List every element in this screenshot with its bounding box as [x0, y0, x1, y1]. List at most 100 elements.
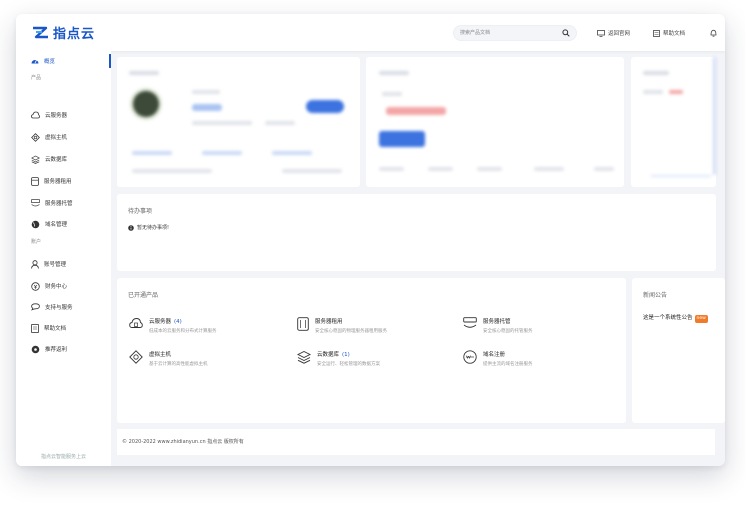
sidebar-item-overview[interactable]: 概览	[16, 52, 111, 70]
sidebar-item-label: 概览	[44, 59, 56, 65]
news-card: 新闻公告 这是一个系统性公告 new	[632, 278, 725, 423]
brand-logo[interactable]: 指点云	[32, 23, 95, 42]
promo-card	[631, 57, 716, 187]
cloud-server-icon	[129, 318, 143, 328]
product-count: (4)	[174, 319, 182, 325]
sidebar-item-cloud-server[interactable]: 云服务器	[16, 106, 111, 124]
product-desc: 基于云计算的高性能虚拟主机	[149, 362, 208, 367]
sidebar-item-finance[interactable]: 财务中心	[16, 277, 111, 295]
server-rent-icon	[31, 176, 39, 186]
product-desc: 提供主流的域名注册服务	[483, 362, 533, 367]
sidebar-item-account[interactable]: 账号管理	[16, 255, 111, 273]
sidebar-footer: 指点云智能服务上云	[40, 454, 86, 460]
product-name: 服务器租用	[315, 319, 343, 325]
products-title: 已开通产品	[128, 292, 159, 299]
return-site-link[interactable]: 返回官网	[597, 29, 630, 37]
sidebar-item-label: 虚拟主机	[45, 135, 68, 141]
product-name: 域名注册	[483, 352, 506, 358]
product-desc: 安全核心稳固的物理服务器租用服务	[315, 329, 387, 334]
verify-button[interactable]	[306, 100, 344, 113]
sidebar-item-label: 财务中心	[45, 284, 68, 290]
search-input[interactable]: 搜索产品文档	[453, 25, 577, 41]
product-item-server-rent[interactable]: 服务器租用 安全核心稳固的物理服务器租用服务	[297, 317, 387, 334]
sidebar-item-label: 推荐返利	[45, 347, 68, 353]
product-name: 服务器托管	[483, 319, 511, 325]
product-item-server-hosting[interactable]: 服务器托管 安全核心稳固的托管服务	[463, 317, 533, 334]
sidebar-item-support[interactable]: 支持与服务	[16, 298, 111, 316]
products-card: 已开通产品 云服务器 (4) 低成本的云服务和分布式计算服务 服务器租用 安全核心…	[117, 278, 626, 423]
page-footer: © 2020-2022 www.zhidianyun.cn 指点云 版权所有	[117, 429, 715, 455]
gift-icon	[31, 345, 40, 353]
info-icon	[128, 224, 134, 231]
server-hosting-icon	[463, 317, 477, 328]
virtual-host-icon	[129, 350, 143, 364]
doc-icon	[653, 29, 660, 37]
help-doc-label: 帮助文档	[663, 31, 686, 37]
product-desc: 安全核心稳固的托管服务	[483, 329, 533, 334]
product-desc: 安全运行、轻松管理的数据方案	[317, 362, 380, 367]
sidebar-item-server-hosting[interactable]: 服务器托管	[16, 194, 111, 212]
product-count: (1)	[342, 352, 350, 358]
sidebar-item-virtual-host[interactable]: 虚拟主机	[16, 128, 111, 146]
news-item-text: 这是一个系统性公告	[643, 315, 693, 321]
sidebar-section-account: 账户	[31, 239, 42, 245]
product-name: 云数据库	[317, 352, 340, 358]
sidebar-item-label: 云服务器	[45, 113, 68, 119]
brand-name: 指点云	[53, 27, 96, 42]
app-window: 指点云 搜索产品文档 返回官网 帮助文档 概览 产品 云服务器 虚拟主机 云数据…	[16, 14, 725, 466]
product-name: 云服务器	[149, 319, 172, 325]
product-desc: 低成本的云服务和分布式计算服务	[149, 329, 217, 334]
sidebar-item-database[interactable]: 云数据库	[16, 150, 111, 168]
todo-card: 待办事项 暂无待办事项!	[117, 194, 716, 271]
news-title: 新闻公告	[643, 292, 668, 299]
sidebar-item-help-doc[interactable]: 帮助文档	[16, 319, 111, 337]
sidebar-item-label: 帮助文档	[44, 326, 67, 332]
sidebar-item-label: 服务器托管	[45, 201, 73, 207]
product-item-cloud-server[interactable]: 云服务器 (4) 低成本的云服务和分布式计算服务	[129, 317, 217, 334]
sidebar-item-referral[interactable]: 推荐返利	[16, 340, 111, 358]
sidebar-item-domain[interactable]: 域名管理	[16, 215, 111, 233]
virtual-host-icon	[31, 132, 40, 142]
user-icon	[31, 259, 39, 269]
sidebar-item-server-rent[interactable]: 服务器租用	[16, 172, 111, 190]
recharge-button[interactable]	[379, 131, 425, 147]
return-site-label: 返回官网	[608, 31, 631, 37]
money-icon	[31, 281, 40, 291]
globe-icon	[31, 220, 40, 228]
todo-empty: 暂无待办事项!	[128, 224, 169, 231]
new-badge: new	[694, 315, 708, 323]
server-rent-icon	[297, 317, 309, 331]
dashboard-icon	[31, 60, 39, 64]
product-item-database[interactable]: 云数据库 (1) 安全运行、轻松管理的数据方案	[297, 350, 380, 367]
bell-icon[interactable]	[710, 29, 717, 37]
sidebar: 概览 产品 云服务器 虚拟主机 云数据库 服务器租用 服务器托管 域名管理 账户	[16, 51, 111, 466]
sidebar-item-label: 云数据库	[45, 157, 68, 163]
chat-icon	[31, 303, 40, 311]
book-icon	[31, 323, 39, 333]
top-bar: 指点云 搜索产品文档 返回官网 帮助文档	[16, 14, 725, 51]
help-doc-link[interactable]: 帮助文档	[653, 29, 685, 37]
product-item-domain[interactable]: 域名注册 提供主流的域名注册服务	[463, 350, 533, 367]
search-icon[interactable]	[562, 29, 570, 37]
domain-icon	[463, 350, 477, 364]
search-placeholder: 搜索产品文档	[460, 30, 491, 36]
product-item-virtual-host[interactable]: 虚拟主机 基于云计算的高性能虚拟主机	[129, 350, 208, 367]
database-icon	[297, 350, 311, 364]
sidebar-item-label: 账号管理	[44, 262, 67, 268]
database-icon	[31, 155, 40, 164]
logo-mark-icon	[33, 26, 48, 39]
sidebar-section-product: 产品	[31, 75, 42, 81]
user-info-card	[117, 57, 360, 187]
server-hosting-icon	[31, 199, 40, 207]
product-name: 虚拟主机	[149, 352, 172, 358]
sidebar-item-label: 服务器租用	[44, 179, 72, 185]
sidebar-item-label: 支持与服务	[45, 305, 73, 311]
copyright-text: © 2020-2022 www.zhidianyun.cn 指点云 版权所有	[122, 439, 244, 445]
todo-title: 待办事项	[128, 208, 153, 215]
avatar[interactable]	[133, 91, 159, 117]
balance-card	[366, 57, 624, 187]
cloud-server-icon	[31, 111, 40, 119]
news-item[interactable]: 这是一个系统性公告 new	[643, 313, 708, 323]
todo-empty-text: 暂无待办事项!	[137, 225, 170, 231]
sidebar-item-label: 域名管理	[45, 222, 68, 228]
